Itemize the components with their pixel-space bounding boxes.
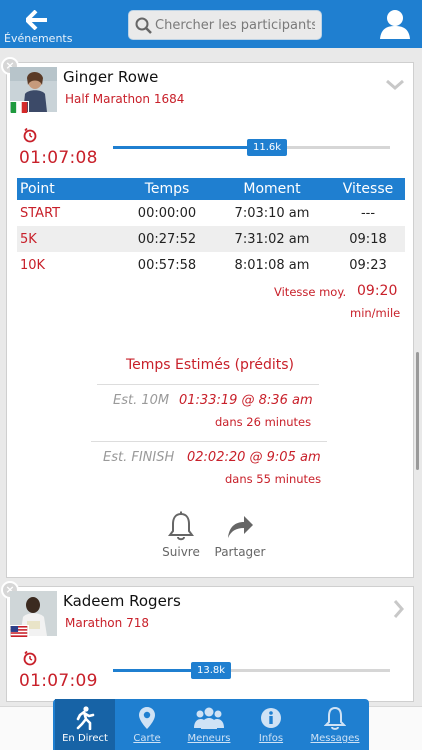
tab-label: Messages bbox=[310, 733, 360, 744]
map-pin-icon bbox=[139, 707, 155, 729]
split-point: 5K bbox=[20, 231, 37, 247]
split-point: START bbox=[20, 205, 61, 221]
group-icon bbox=[194, 707, 224, 729]
bell-icon bbox=[324, 706, 346, 730]
split-moment: 8:01:08 am bbox=[234, 257, 310, 273]
bell-icon bbox=[168, 511, 194, 541]
estimate-label: Est. FINISH bbox=[103, 450, 175, 465]
runner-icon bbox=[76, 706, 95, 730]
participant-name: Ginger Rowe bbox=[63, 68, 159, 86]
tab-label: Meneurs bbox=[187, 733, 231, 744]
search-input[interactable] bbox=[155, 15, 315, 35]
split-speed: --- bbox=[360, 205, 376, 221]
participant-card[interactable]: × Ginger Rowe Half Marathon 1684 01:07:0… bbox=[1, 57, 414, 578]
progress-track bbox=[113, 669, 390, 672]
avg-speed-label: Vitesse moy. bbox=[274, 285, 347, 299]
tab-bar: En Direct Carte Meneurs Infos Messages bbox=[53, 699, 369, 750]
chevron-down-icon[interactable] bbox=[385, 79, 405, 91]
split-time: 00:00:00 bbox=[137, 205, 197, 221]
back-button[interactable]: Événements bbox=[4, 8, 74, 46]
split-speed: 09:23 bbox=[349, 257, 387, 273]
participant-race: Marathon 718 bbox=[65, 616, 149, 630]
table-row: START 00:00:00 7:03:10 am --- bbox=[17, 200, 405, 226]
tab-label: En Direct bbox=[62, 733, 108, 744]
divider bbox=[97, 384, 319, 385]
estimates-title: Temps Estimés (prédits) bbox=[126, 357, 294, 373]
split-speed: 09:18 bbox=[349, 231, 387, 247]
follow-button[interactable]: Suivre bbox=[151, 511, 211, 559]
avg-speed-unit: min/mile bbox=[350, 306, 401, 320]
top-bar: Événements bbox=[0, 0, 422, 48]
tab-meneurs[interactable]: Meneurs bbox=[179, 699, 239, 750]
elapsed-time: 01:07:08 bbox=[19, 148, 98, 168]
follow-label: Suivre bbox=[162, 545, 200, 559]
back-arrow-icon bbox=[26, 10, 47, 30]
split-time: 00:57:58 bbox=[137, 257, 197, 273]
scrollbar[interactable] bbox=[416, 352, 419, 470]
tab-messages[interactable]: Messages bbox=[305, 699, 365, 750]
tab-en-direct[interactable]: En Direct bbox=[55, 699, 115, 750]
usa-flag-icon bbox=[9, 625, 29, 638]
estimate-eta: dans 26 minutes bbox=[215, 415, 312, 429]
elapsed-time: 01:07:09 bbox=[19, 671, 98, 691]
tab-carte[interactable]: Carte bbox=[117, 699, 177, 750]
user-icon bbox=[380, 10, 410, 39]
estimate-value: 02:02:20 @ 9:05 am bbox=[187, 450, 321, 465]
header-point: Point bbox=[20, 181, 55, 197]
split-time: 00:27:52 bbox=[137, 231, 197, 247]
estimate-eta: dans 55 minutes bbox=[225, 472, 322, 486]
share-arrow-icon bbox=[228, 516, 253, 538]
participant-race: Half Marathon 1684 bbox=[65, 92, 185, 106]
share-button[interactable]: Partager bbox=[210, 511, 270, 559]
split-point: 10K bbox=[20, 257, 46, 273]
estimate-label: Est. 10M bbox=[113, 393, 170, 408]
search-box[interactable] bbox=[128, 10, 322, 40]
tab-label: Carte bbox=[133, 733, 161, 744]
distance-badge: 11.6k bbox=[247, 139, 287, 156]
table-row: 10K 00:57:58 8:01:08 am 09:23 bbox=[17, 252, 405, 278]
progress-fill bbox=[113, 146, 252, 149]
info-icon bbox=[261, 708, 281, 728]
split-moment: 7:03:10 am bbox=[234, 205, 310, 221]
splits-header: Point Temps Moment Vitesse bbox=[17, 178, 405, 200]
splits-table: Point Temps Moment Vitesse START 00:00:0… bbox=[17, 178, 405, 278]
estimate-value: 01:33:19 @ 8:36 am bbox=[179, 393, 313, 408]
back-label: Événements bbox=[4, 32, 73, 45]
search-icon bbox=[135, 17, 152, 34]
table-row: 5K 00:27:52 7:31:02 am 09:18 bbox=[17, 226, 405, 252]
profile-button[interactable] bbox=[378, 8, 412, 40]
participant-card[interactable]: × Kadeem Rogers Marathon 718 01:07:09 13… bbox=[1, 581, 414, 702]
share-label: Partager bbox=[214, 545, 266, 559]
divider bbox=[91, 441, 327, 442]
chevron-right-icon[interactable] bbox=[393, 599, 405, 619]
italy-flag-icon bbox=[9, 101, 29, 114]
header-moment: Moment bbox=[243, 181, 301, 197]
header-time: Temps bbox=[144, 181, 190, 197]
avg-speed-value: 09:20 bbox=[357, 283, 398, 299]
split-moment: 7:31:02 am bbox=[234, 231, 310, 247]
stopwatch-icon bbox=[23, 650, 37, 666]
participant-name: Kadeem Rogers bbox=[63, 592, 181, 610]
tab-infos[interactable]: Infos bbox=[241, 699, 301, 750]
header-speed: Vitesse bbox=[342, 181, 394, 197]
distance-badge: 13.8k bbox=[191, 662, 231, 679]
stopwatch-icon bbox=[23, 127, 37, 143]
tab-label: Infos bbox=[258, 733, 284, 744]
